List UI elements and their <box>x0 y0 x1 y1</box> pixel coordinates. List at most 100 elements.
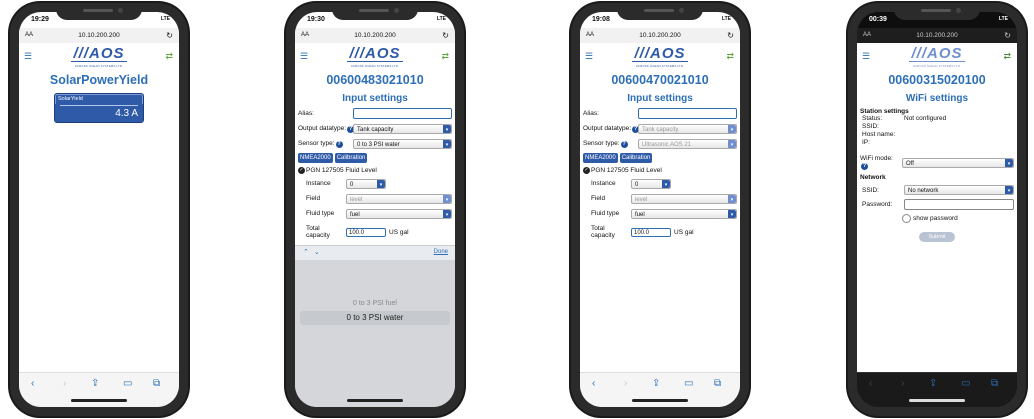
hamburger-menu-icon[interactable]: ☰ <box>300 52 308 61</box>
fluid-type-select[interactable]: fuel ▾ <box>346 208 452 219</box>
address-bar[interactable]: AA 10.10.200.200 ↻ <box>580 28 740 43</box>
swap-arrows-icon[interactable]: ⇄ <box>441 51 449 62</box>
input-settings-form: Alias: Output datatype:? Tank capacity ▾ … <box>580 108 740 241</box>
picker-toolbar: ⌃⌄ Done <box>295 245 455 260</box>
tabs-icon[interactable]: ⧉ <box>991 378 998 389</box>
hamburger-menu-icon[interactable]: ☰ <box>24 52 32 61</box>
swap-arrows-icon[interactable]: ⇄ <box>1003 51 1011 62</box>
network-ssid-label: SSID: <box>862 186 879 194</box>
device-id-title: 00600315020100 <box>888 73 986 87</box>
picker-option[interactable]: 0 to 3 PSI fuel <box>295 300 455 307</box>
wifi-mode-select[interactable]: Off ▾ <box>902 157 1014 168</box>
reload-icon[interactable]: ↻ <box>442 31 449 40</box>
tabs-icon[interactable]: ⧉ <box>153 378 160 389</box>
phone-1-screen: 19:29 LTE AA 10.10.200.200 ↻ ☰ ///AOS AC… <box>19 12 179 407</box>
chevron-down-icon: ▾ <box>1005 158 1013 167</box>
share-icon[interactable]: ⇪ <box>652 378 660 389</box>
url-text[interactable]: 10.10.200.200 <box>580 32 740 39</box>
share-icon[interactable]: ⇪ <box>929 378 937 389</box>
forward-icon[interactable]: › <box>624 378 627 389</box>
tab-calibration[interactable]: Calibration <box>619 153 653 163</box>
instance-select[interactable]: 0 ▾ <box>346 178 386 189</box>
hamburger-menu-icon[interactable]: ☰ <box>585 52 593 61</box>
output-datatype-select[interactable]: Tank capacity ▾ <box>353 123 452 134</box>
instance-select[interactable]: 0 ▾ <box>631 178 671 189</box>
help-icon[interactable]: ? <box>861 163 868 170</box>
sensor-type-select[interactable]: Ultrasonic AOS 21 ▾ <box>638 138 737 149</box>
back-icon[interactable]: ‹ <box>869 378 872 389</box>
logo-tagline: ACROSS OCEAN SYSTEMS LTD. <box>635 64 685 68</box>
password-input[interactable] <box>904 199 1014 210</box>
pgn-checkbox[interactable]: ✓ <box>298 167 305 174</box>
aos-logo: ///AOS ACROSS OCEAN SYSTEMS LTD. <box>67 45 131 68</box>
bookmarks-icon[interactable]: ▭ <box>123 378 132 389</box>
url-text[interactable]: 10.10.200.200 <box>19 32 179 39</box>
pgn-checkbox[interactable]: ✓ <box>583 167 590 174</box>
password-label: Password: <box>862 201 893 208</box>
reload-icon[interactable]: ↻ <box>727 31 734 40</box>
show-password-checkbox[interactable] <box>902 214 911 223</box>
fluid-type-label: Fluid type <box>306 210 335 217</box>
tile-value: 4.3 A <box>60 105 138 119</box>
picker-option-selected[interactable]: 0 to 3 PSI water <box>300 311 450 325</box>
phone-4: 00:39 LTE AA 10.10.200.200 ↻ ☰ ///AOS AC… <box>848 3 1026 416</box>
reload-icon[interactable]: ↻ <box>166 31 173 40</box>
field-select[interactable]: level ▾ <box>631 193 737 204</box>
instance-value: 0 <box>635 181 639 188</box>
output-datatype-select[interactable]: Tank capacity ▾ <box>638 123 737 134</box>
ssid-label: SSID: <box>862 123 879 130</box>
address-bar[interactable]: AA 10.10.200.200 ↻ <box>19 28 179 43</box>
capacity-input[interactable]: 100.0 <box>631 227 671 237</box>
chevron-down-icon: ▾ <box>1005 186 1013 194</box>
browser-toolbar: ‹ › ⇪ ▭ ⧉ <box>580 372 740 407</box>
chevron-down-icon: ▾ <box>728 209 736 218</box>
logo-text: ///AOS <box>909 45 965 62</box>
tab-calibration[interactable]: Calibration <box>334 153 368 163</box>
capacity-unit: US gal <box>674 228 694 236</box>
capacity-input[interactable]: 100.0 <box>346 227 386 237</box>
swap-arrows-icon[interactable]: ⇄ <box>726 51 734 62</box>
output-datatype-label: Output datatype: <box>298 124 347 132</box>
tabs-icon[interactable]: ⧉ <box>714 378 721 389</box>
field-select[interactable]: level ▾ <box>346 193 452 204</box>
alias-input[interactable] <box>353 108 452 119</box>
sensor-type-picker[interactable]: 0 to 3 PSI fuel 0 to 3 PSI water <box>295 260 455 407</box>
tile-label: SolarYield <box>58 96 83 102</box>
picker-done-button[interactable]: Done <box>434 249 448 255</box>
tab-nmea2000[interactable]: NMEA2000 <box>298 153 333 163</box>
tab-nmea2000[interactable]: NMEA2000 <box>583 153 618 163</box>
forward-icon[interactable]: › <box>63 378 66 389</box>
hamburger-menu-icon[interactable]: ☰ <box>862 52 870 61</box>
back-icon[interactable]: ‹ <box>592 378 595 389</box>
share-icon[interactable]: ⇪ <box>91 378 99 389</box>
address-bar[interactable]: AA 10.10.200.200 ↻ <box>295 28 455 43</box>
bookmarks-icon[interactable]: ▭ <box>684 378 693 389</box>
alias-input[interactable] <box>638 108 737 119</box>
notch <box>617 3 703 20</box>
output-datatype-label: Output datatype: <box>583 124 632 132</box>
swap-arrows-icon[interactable]: ⇄ <box>165 51 173 62</box>
fluid-type-select[interactable]: fuel ▾ <box>631 208 737 219</box>
logo-text: ///AOS <box>347 45 403 62</box>
sensor-type-select[interactable]: 0 to 3 PSI water ▾ <box>353 138 452 149</box>
bookmarks-icon[interactable]: ▭ <box>961 378 970 389</box>
help-icon[interactable]: ? <box>335 140 343 148</box>
network-ssid-select[interactable]: No network ▾ <box>904 185 1014 195</box>
signal-indicator: LTE <box>436 16 446 22</box>
notch <box>56 3 142 20</box>
help-icon[interactable]: ? <box>620 140 628 148</box>
back-icon[interactable]: ‹ <box>31 378 34 389</box>
status-time: 19:30 <box>307 16 325 23</box>
network-heading: Network <box>860 174 886 181</box>
address-bar[interactable]: AA 10.10.200.200 ↻ <box>857 28 1017 43</box>
reload-icon[interactable]: ↻ <box>1004 31 1011 40</box>
output-datatype-value: Tank capacity <box>357 126 394 133</box>
url-text[interactable]: 10.10.200.200 <box>295 32 455 39</box>
instance-value: 0 <box>350 181 354 188</box>
submit-button[interactable]: Submit <box>919 232 955 242</box>
picker-prev-next-icon[interactable]: ⌃⌄ <box>303 248 325 256</box>
forward-icon[interactable]: › <box>901 378 904 389</box>
pgn-label: PGN 127505 Fluid Level <box>591 167 662 174</box>
url-text[interactable]: 10.10.200.200 <box>857 32 1017 39</box>
phone-2-screen: 19:30 LTE AA 10.10.200.200 ↻ ☰ ///AOS AC… <box>295 12 455 407</box>
